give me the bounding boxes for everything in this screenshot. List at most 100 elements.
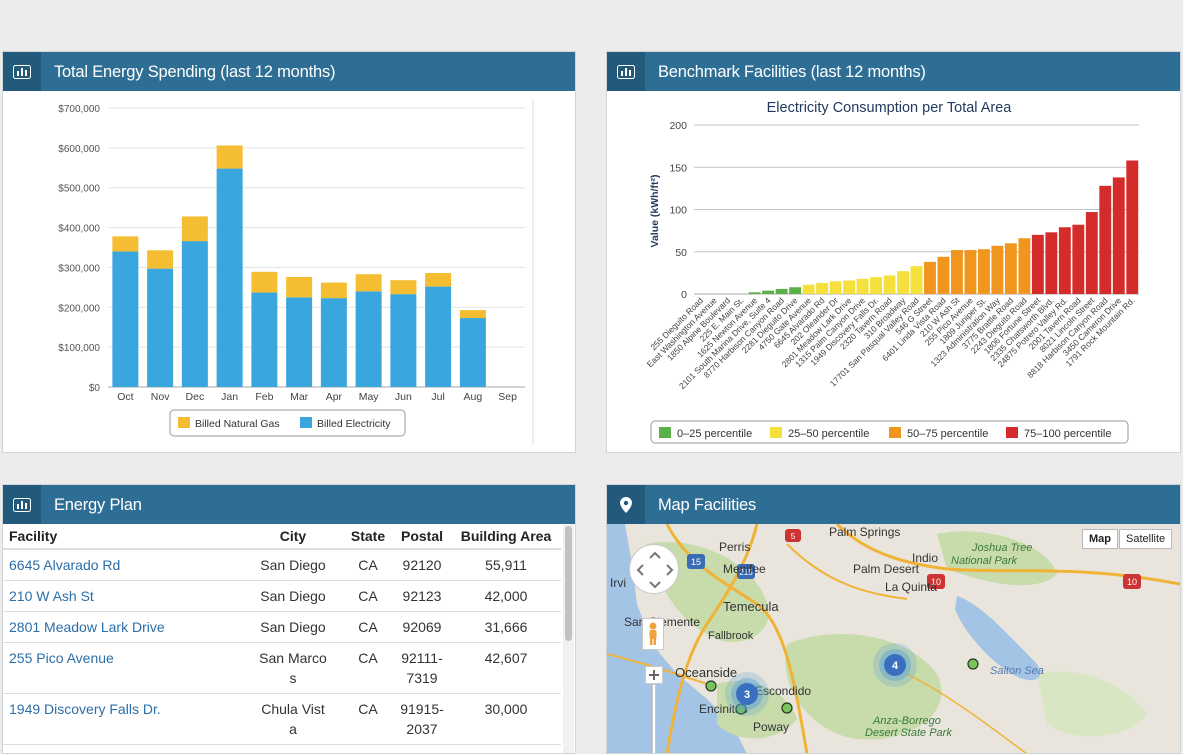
benchmark-bar xyxy=(1031,234,1044,294)
facility-link[interactable]: 2801 Meadow Lark Drive xyxy=(9,619,165,635)
postal-cell-text: 92120 xyxy=(402,557,442,573)
map-title: Map Facilities xyxy=(658,496,757,514)
place-label: Joshua Tree xyxy=(971,542,1032,554)
facility-link[interactable]: 6645 Alvarado Rd xyxy=(9,557,120,573)
place-label: Palm Springs xyxy=(829,525,900,539)
map-pan-control[interactable] xyxy=(629,544,679,594)
benchmark-bar xyxy=(775,288,788,294)
benchmark-bar xyxy=(1126,160,1139,294)
legend-swatch xyxy=(1006,427,1018,438)
postal-cell-text: 91915-2037 xyxy=(400,701,444,737)
state-cell-text: CA xyxy=(358,650,378,666)
place-label: Temecula xyxy=(723,599,779,614)
svg-text:10: 10 xyxy=(1127,577,1137,587)
benchmark-bar xyxy=(937,256,950,294)
postal-cell-text: 92123 xyxy=(402,588,442,604)
bar-billed-natural-gas xyxy=(181,216,208,242)
energy-plan-table-wrap: Facility City State Postal Building Area… xyxy=(3,524,561,753)
column-header-city[interactable]: City xyxy=(243,524,343,550)
table-row[interactable]: 255 Pico Avenue San Marcos CA 92111-7319 42,… xyxy=(3,642,561,694)
bar-billed-electricity xyxy=(251,292,278,387)
table-row[interactable]: 210 W Ash St San Diego CA 92123 42,000 xyxy=(3,580,561,612)
bar-billed-electricity xyxy=(459,318,486,387)
x-tick-label: Nov xyxy=(151,391,170,403)
street-view-pegman-icon[interactable] xyxy=(642,618,664,650)
facility-cell: 255 Pico Avenue xyxy=(3,642,243,694)
bar-billed-electricity xyxy=(425,286,452,387)
benchmark-bar xyxy=(1058,227,1071,294)
benchmark-bar xyxy=(843,280,856,294)
city-cell: Chula Vista xyxy=(243,693,343,745)
facility-marker[interactable] xyxy=(967,658,979,670)
table-row[interactable]: 1949 Discovery Falls Dr. Chula Vista CA 919… xyxy=(3,693,561,745)
benchmark-bar xyxy=(856,278,869,294)
benchmark-bar xyxy=(789,287,802,294)
table-row[interactable]: 6645 Alvarado Rd San Diego CA 92120 55,911 xyxy=(3,549,561,581)
map-terrain[interactable]: 15 215 10 10 5 Palm Springs Perris Joshu… xyxy=(607,524,1180,754)
zoom-in-button[interactable] xyxy=(645,666,663,684)
benchmark-header: Benchmark Facilities (last 12 months) xyxy=(607,52,1180,91)
benchmark-bar xyxy=(1085,212,1098,294)
column-header-building-area[interactable]: Building Area xyxy=(451,524,561,550)
benchmark-bar xyxy=(1018,238,1031,294)
place-label: Salton Sea xyxy=(990,665,1044,677)
marker-cluster[interactable]: 4 xyxy=(873,643,917,687)
legend-label: 50–75 percentile xyxy=(907,428,988,440)
map-canvas[interactable]: 15 215 10 10 5 Palm Springs Perris Joshu… xyxy=(607,524,1180,753)
energy-spending-header: Total Energy Spending (last 12 months) xyxy=(3,52,575,91)
column-header-postal[interactable]: Postal xyxy=(393,524,451,550)
map-marker-icon xyxy=(607,485,645,524)
x-tick-label: Jan xyxy=(221,391,238,403)
map-header: Map Facilities xyxy=(607,485,1180,524)
svg-text:15: 15 xyxy=(691,557,701,567)
benchmark-bar xyxy=(816,283,829,294)
zoom-slider-track[interactable] xyxy=(652,684,656,753)
legend-swatch-electricity xyxy=(300,417,312,428)
y-axis-label: Value (kWh/ft²) xyxy=(649,175,661,248)
energy-plan-title: Energy Plan xyxy=(54,496,142,514)
legend-swatch xyxy=(659,427,671,438)
facility-link[interactable]: 255 Pico Avenue xyxy=(9,650,114,666)
postal-cell: 92069 xyxy=(393,611,451,643)
building-area-cell-text: 30,000 xyxy=(484,701,528,717)
city-cell-text: San Marcos xyxy=(259,650,327,686)
y-tick-label: $100,000 xyxy=(58,343,100,354)
city-cell: San Diego xyxy=(243,549,343,581)
energy-spending-chart: $0 $100,000 $200,000 $300,000 $400,000 $500,0… xyxy=(58,100,534,444)
column-header-facility[interactable]: Facility xyxy=(3,524,243,550)
state-cell-text: CA xyxy=(358,619,378,635)
table-row[interactable]: 2801 Meadow Lark Drive San Diego CA 92069 31… xyxy=(3,611,561,643)
map-type-satellite-button[interactable]: Satellite xyxy=(1119,529,1173,549)
facility-cell: 6645 Alvarado Rd xyxy=(3,549,243,581)
building-area-cell-text: 31,666 xyxy=(484,619,528,635)
facility-link[interactable]: 210 W Ash St xyxy=(9,588,94,604)
bar-billed-natural-gas xyxy=(425,273,452,287)
legend-swatch-gas xyxy=(178,417,190,428)
column-header-state[interactable]: State xyxy=(343,524,393,550)
facility-link[interactable]: 1949 Discovery Falls Dr. xyxy=(9,701,161,717)
state-cell: CA xyxy=(343,693,393,745)
place-label: Menifee xyxy=(723,562,766,576)
y-tick-label: 200 xyxy=(669,120,687,132)
facility-marker[interactable] xyxy=(705,680,717,692)
bar-billed-electricity xyxy=(112,251,139,387)
svg-text:3: 3 xyxy=(744,689,750,701)
place-label: Irvi xyxy=(610,576,626,590)
place-label: Oceanside xyxy=(675,665,737,680)
bar-billed-natural-gas xyxy=(147,250,174,269)
table-scrollbar[interactable] xyxy=(563,524,574,753)
marker-cluster[interactable]: 3 xyxy=(725,672,769,716)
facility-marker[interactable] xyxy=(781,702,793,714)
benchmark-chart: Electricity Consumption per Total Area 0 5… xyxy=(645,100,1139,444)
svg-text:5: 5 xyxy=(791,532,796,541)
table-scrollbar-thumb[interactable] xyxy=(565,526,572,641)
benchmark-bar xyxy=(829,281,842,294)
benchmark-bar xyxy=(870,277,882,294)
postal-cell: 92123 xyxy=(393,580,451,612)
energy-spending-panel: Total Energy Spending (last 12 months) $… xyxy=(2,51,576,453)
y-tick-label: $600,000 xyxy=(58,144,100,155)
x-tick-label: Apr xyxy=(326,391,343,403)
bar-billed-natural-gas xyxy=(286,276,313,298)
place-label: National Park xyxy=(951,555,1018,567)
map-type-map-button[interactable]: Map xyxy=(1082,529,1118,549)
